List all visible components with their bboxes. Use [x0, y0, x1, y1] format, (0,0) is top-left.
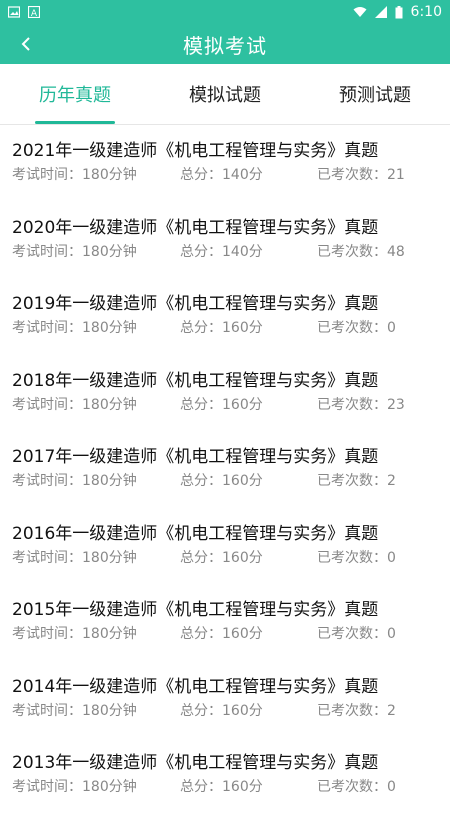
exam-total-score: 总分：160分: [180, 549, 263, 566]
tab-past-exams[interactable]: 历年真题: [0, 64, 150, 124]
tab-mock-exams[interactable]: 模拟试题: [150, 64, 300, 124]
exam-meta: 考试时间：180分钟 总分：160分 已考次数：0: [12, 548, 438, 568]
tab-label: 历年真题: [39, 85, 111, 106]
active-tab-indicator: [35, 121, 115, 124]
exam-title: 2021年一级建造师《机电工程管理与实务》真题: [12, 141, 379, 161]
exam-title: 2018年一级建造师《机电工程管理与实务》真题: [12, 370, 379, 391]
status-right: 6:10: [353, 4, 442, 20]
exam-duration: 考试时间：180分钟: [12, 626, 137, 642]
page-title: 模拟考试: [183, 33, 267, 58]
list-item[interactable]: 2017年一级建造师《机电工程管理与实务》真题 考试时间：180分钟 总分：16…: [0, 443, 450, 520]
exam-duration: 考试时间：180分钟: [12, 167, 137, 183]
exam-meta: 考试时间：180分钟 总分：160分 已考次数：23: [12, 395, 438, 415]
exam-meta: 考试时间：180分钟 总分：160分 已考次数：2: [12, 471, 438, 491]
exam-attempt-count: 已考次数：2: [317, 702, 396, 719]
tab-predicted-exams[interactable]: 预测试题: [300, 64, 450, 124]
tab-bar: 历年真题 模拟试题 预测试题: [0, 64, 450, 125]
svg-text:A: A: [31, 9, 38, 18]
exam-duration: 考试时间：180分钟: [12, 779, 137, 795]
status-left: A: [8, 6, 40, 18]
exam-duration: 考试时间：180分钟: [12, 702, 137, 719]
status-bar: A 6:10: [0, 0, 450, 24]
list-item[interactable]: 2015年一级建造师《机电工程管理与实务》真题 考试时间：180分钟 总分：16…: [0, 596, 450, 673]
tab-label: 模拟试题: [189, 85, 261, 106]
exam-title: 2017年一级建造师《机电工程管理与实务》真题: [12, 447, 379, 467]
exam-title: 2016年一级建造师《机电工程管理与实务》真题: [12, 523, 379, 544]
signal-icon: [374, 6, 387, 18]
exam-duration: 考试时间：180分钟: [12, 549, 137, 566]
exam-duration: 考试时间：180分钟: [12, 396, 137, 413]
exam-meta: 考试时间：180分钟 总分：160分 已考次数：0: [12, 777, 438, 797]
exam-total-score: 总分：160分: [180, 779, 263, 795]
exam-duration: 考试时间：180分钟: [12, 473, 137, 489]
exam-attempt-count: 已考次数：48: [317, 243, 405, 260]
exam-attempt-count: 已考次数：0: [317, 320, 396, 336]
back-button[interactable]: [10, 24, 42, 64]
exam-attempt-count: 已考次数：0: [317, 779, 396, 795]
exam-title: 2013年一级建造师《机电工程管理与实务》真题: [12, 753, 379, 773]
list-item[interactable]: 2019年一级建造师《机电工程管理与实务》真题 考试时间：180分钟 总分：16…: [0, 290, 450, 367]
exam-title: 2020年一级建造师《机电工程管理与实务》真题: [12, 217, 379, 238]
exam-title: 2019年一级建造师《机电工程管理与实务》真题: [12, 294, 379, 314]
tab-label: 预测试题: [339, 85, 411, 106]
list-item[interactable]: 2013年一级建造师《机电工程管理与实务》真题 考试时间：180分钟 总分：16…: [0, 749, 450, 826]
exam-total-score: 总分：160分: [180, 396, 263, 413]
list-item[interactable]: 2018年一级建造师《机电工程管理与实务》真题 考试时间：180分钟 总分：16…: [0, 367, 450, 444]
exam-meta: 考试时间：180分钟 总分：140分 已考次数：48: [12, 242, 438, 262]
exam-total-score: 总分：140分: [180, 243, 263, 260]
exam-total-score: 总分：140分: [180, 167, 263, 183]
wifi-icon: [353, 7, 367, 17]
exam-title: 2014年一级建造师《机电工程管理与实务》真题: [12, 676, 379, 697]
exam-total-score: 总分：160分: [180, 473, 263, 489]
exam-meta: 考试时间：180分钟 总分：160分 已考次数：2: [12, 701, 438, 721]
exam-attempt-count: 已考次数：0: [317, 626, 396, 642]
list-item[interactable]: 2016年一级建造师《机电工程管理与实务》真题 考试时间：180分钟 总分：16…: [0, 520, 450, 597]
battery-icon: [395, 5, 403, 18]
exam-attempt-count: 已考次数：2: [317, 473, 396, 489]
status-time: 6:10: [410, 4, 442, 20]
list-item[interactable]: 2014年一级建造师《机电工程管理与实务》真题 考试时间：180分钟 总分：16…: [0, 673, 450, 750]
app-bar: 模拟考试: [0, 24, 450, 64]
exam-attempt-count: 已考次数：0: [317, 549, 396, 566]
exam-list: 2021年一级建造师《机电工程管理与实务》真题 考试时间：180分钟 总分：14…: [0, 125, 450, 826]
exam-meta: 考试时间：180分钟 总分：160分 已考次数：0: [12, 624, 438, 644]
exam-total-score: 总分：160分: [180, 320, 263, 336]
exam-title: 2015年一级建造师《机电工程管理与实务》真题: [12, 600, 379, 620]
exam-duration: 考试时间：180分钟: [12, 243, 137, 260]
exam-total-score: 总分：160分: [180, 702, 263, 719]
font-icon: A: [28, 6, 40, 18]
image-icon: [8, 6, 20, 18]
list-item[interactable]: 2020年一级建造师《机电工程管理与实务》真题 考试时间：180分钟 总分：14…: [0, 214, 450, 291]
exam-duration: 考试时间：180分钟: [12, 320, 137, 336]
exam-attempt-count: 已考次数：21: [317, 167, 405, 183]
exam-total-score: 总分：160分: [180, 626, 263, 642]
exam-meta: 考试时间：180分钟 总分：140分 已考次数：21: [12, 165, 438, 185]
exam-attempt-count: 已考次数：23: [317, 396, 405, 413]
chevron-left-icon: [21, 37, 30, 51]
list-item[interactable]: 2021年一级建造师《机电工程管理与实务》真题 考试时间：180分钟 总分：14…: [0, 137, 450, 214]
exam-meta: 考试时间：180分钟 总分：160分 已考次数：0: [12, 318, 438, 338]
